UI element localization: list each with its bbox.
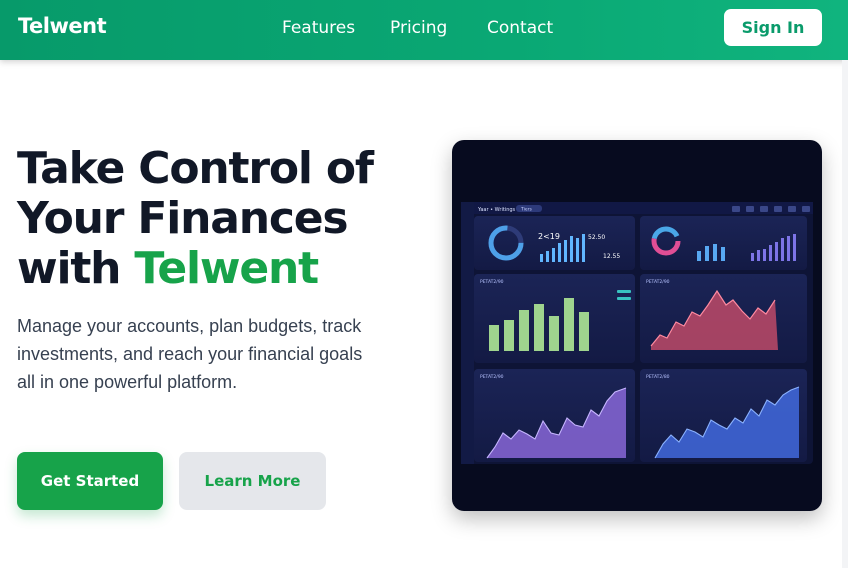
main-nav: Features Pricing Contact	[0, 18, 848, 40]
learn-more-button[interactable]: Learn More	[179, 452, 326, 510]
hero-title-line-3: with Telwent	[17, 244, 427, 294]
dashboard-panel-title-4: PETAT2/80	[646, 374, 670, 380]
get-started-button[interactable]: Get Started	[17, 452, 163, 510]
nav-features[interactable]: Features	[282, 18, 355, 38]
dashboard-tab: Tiers	[520, 207, 532, 213]
dashboard-panel-title-3: PETAT2/90	[480, 374, 504, 380]
dashboard-panel-title-1: PETAT2/90	[480, 279, 504, 285]
dashboard-stat-2: 52.50	[588, 234, 605, 241]
dashboard-panel-title-2: PETAT2/90	[646, 279, 670, 285]
hero-description: Manage your accounts, plan budgets, trac…	[17, 316, 363, 392]
hero-title-prefix: with	[17, 243, 135, 294]
dashboard-stat-3: 12.55	[603, 253, 620, 260]
top-header: Telwent Features Pricing Contact Sign In	[0, 0, 848, 60]
dashboard-illustration: Yaar • Writings Tiers 2<19 52.50 12.55 P…	[461, 202, 813, 464]
dashboard-stat-1: 2<19	[538, 232, 560, 241]
page-scrollbar[interactable]	[842, 60, 848, 568]
sign-in-button[interactable]: Sign In	[724, 9, 822, 46]
nav-pricing[interactable]: Pricing	[390, 18, 447, 38]
hero-brand-name: Telwent	[134, 243, 319, 294]
hero-title-line-2: Your Finances	[17, 193, 349, 244]
dashboard-top-bar: Yaar • Writings	[477, 207, 516, 213]
hero-title: Take Control of Your Finances with Telwe…	[17, 144, 427, 294]
dashboard-preview-image: Yaar • Writings Tiers 2<19 52.50 12.55 P…	[452, 140, 822, 511]
hero-title-line-1: Take Control of	[17, 143, 374, 194]
nav-contact[interactable]: Contact	[487, 18, 553, 38]
